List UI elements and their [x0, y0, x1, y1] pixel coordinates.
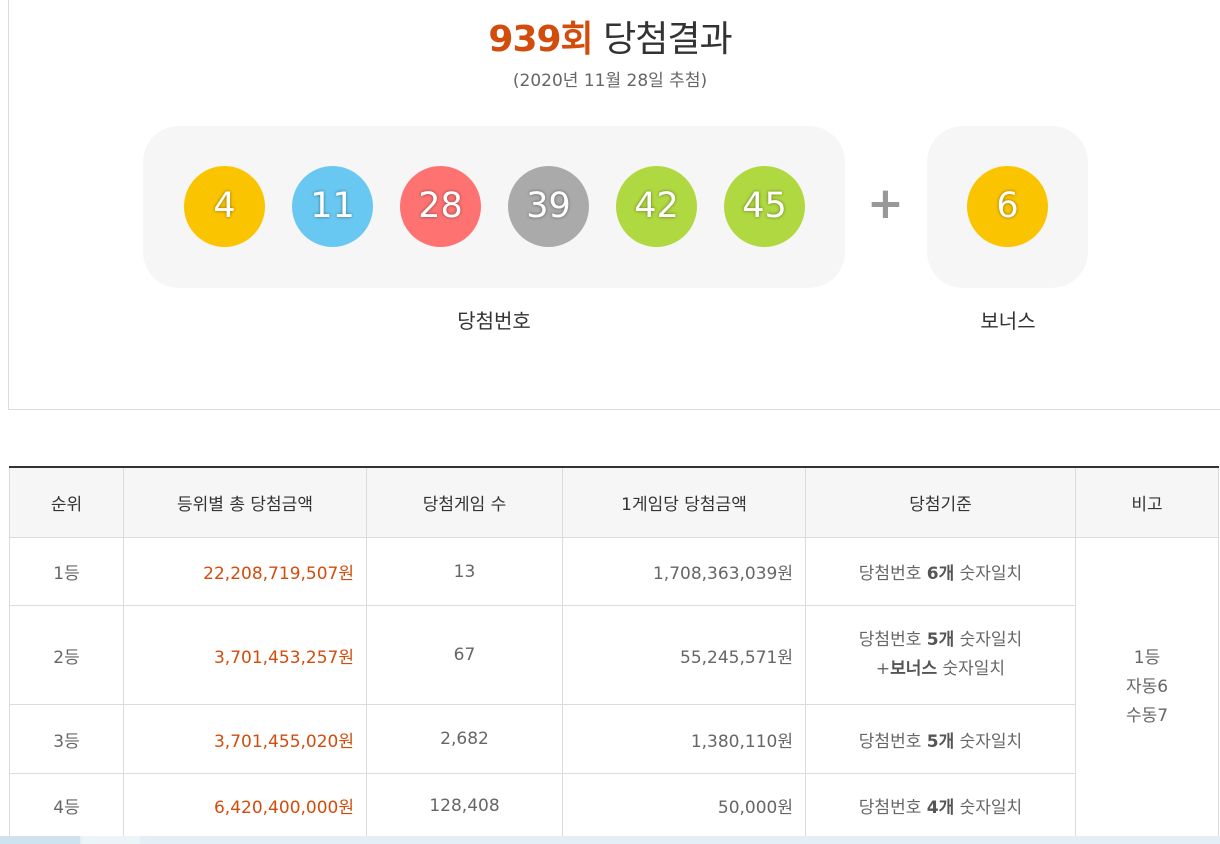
prize-per-game-cell: 1,708,363,039원	[562, 537, 806, 606]
table-row: 1등 22,208,719,507원 13 1,708,363,039원 당첨번…	[9, 537, 1219, 838]
draw-date: (2020년 11월 28일 추첨)	[512, 71, 708, 91]
header-criteria: 당첨기준	[805, 467, 1076, 538]
rank-cell: 4등	[9, 773, 124, 838]
winning-ball-3: 28	[400, 166, 481, 247]
prize-per-game-cell: 55,245,571원	[562, 605, 806, 705]
scrollbar-track-left	[0, 836, 80, 844]
winning-ball-4: 39	[508, 166, 589, 247]
prize-per-game-cell: 50,000원	[562, 773, 806, 838]
table-row: 2등 3,701,453,257원 67 55,245,571원 당첨번호 5개…	[9, 605, 1219, 705]
total-prize-cell: 6,420,400,000원	[123, 773, 367, 838]
header-prize-per-game: 1게임당 당첨금액	[562, 467, 806, 538]
total-prize-cell: 3,701,453,257원	[123, 605, 367, 705]
total-prize-cell: 3,701,455,020원	[123, 704, 367, 774]
criteria-cell: 당첨번호 5개 숫자일치	[805, 704, 1076, 774]
table-header-row: 순위 등위별 총 당첨금액 당첨게임 수 1게임당 당첨금액 당첨기준 비고	[9, 467, 1219, 538]
bonus-ball: 6	[967, 166, 1048, 247]
rank-cell: 2등	[9, 605, 124, 705]
header-note: 비고	[1075, 467, 1219, 538]
winner-count-cell: 67	[366, 605, 563, 705]
rank-cell: 3등	[9, 704, 124, 774]
prize-per-game-cell: 1,380,110원	[562, 704, 806, 774]
header-winner-count: 당첨게임 수	[366, 467, 563, 538]
table-row: 4등 6,420,400,000원 128,408 50,000원 당첨번호 4…	[9, 773, 1219, 838]
prize-table: 순위 등위별 총 당첨금액 당첨게임 수 1게임당 당첨금액 당첨기준 비고 1…	[9, 466, 1219, 838]
round-number: 939회	[488, 19, 593, 60]
total-prize-cell: 22,208,719,507원	[123, 537, 367, 606]
criteria-cell: 당첨번호 4개 숫자일치	[805, 773, 1076, 838]
rank-cell: 1등	[9, 537, 124, 606]
title-text: 당첨결과	[603, 19, 732, 60]
header-rank: 순위	[9, 467, 124, 538]
winning-numbers-label: 당첨번호	[457, 309, 531, 333]
winner-count-cell: 13	[366, 537, 563, 606]
table-row: 3등 3,701,455,020원 2,682 1,380,110원 당첨번호 …	[9, 704, 1219, 774]
header-total-prize: 등위별 총 당첨금액	[123, 467, 367, 538]
winning-ball-1: 4	[184, 166, 265, 247]
note-line: 자동6	[1125, 677, 1169, 697]
winner-count-cell: 128,408	[366, 773, 563, 838]
winning-ball-6: 45	[724, 166, 805, 247]
winning-ball-5: 42	[616, 166, 697, 247]
criteria-cell: 당첨번호 5개 숫자일치 +보너스 숫자일치	[805, 605, 1076, 705]
criteria-cell: 당첨번호 6개 숫자일치	[805, 537, 1076, 606]
horizontal-scrollbar[interactable]	[0, 836, 1220, 844]
plus-icon: +	[867, 178, 904, 229]
page-title: 939회 당첨결과	[0, 10, 1220, 62]
scrollbar-thumb[interactable]	[82, 836, 140, 844]
winning-ball-2: 11	[292, 166, 373, 247]
note-line: 1등	[1133, 648, 1161, 668]
winner-count-cell: 2,682	[366, 704, 563, 774]
note-cell: 1등 자동6 수동7	[1075, 537, 1219, 838]
bonus-label: 보너스	[980, 309, 1036, 333]
note-line: 수동7	[1125, 706, 1169, 726]
